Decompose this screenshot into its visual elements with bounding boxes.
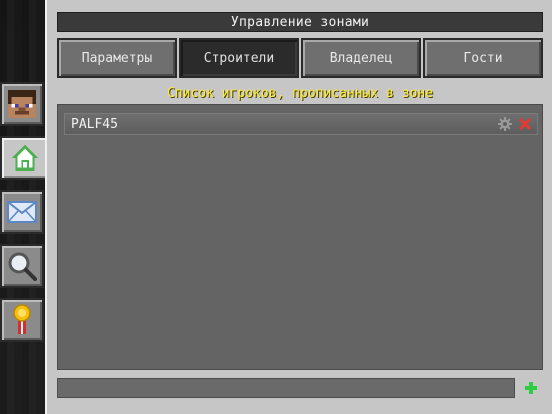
add-player-button[interactable] — [521, 378, 541, 398]
plus-icon — [525, 382, 537, 394]
list-item[interactable]: PALF45 — [64, 113, 538, 135]
window-title: Управление зонами — [57, 12, 543, 32]
list-caption: Список игроков, прописанных в зоне — [166, 86, 434, 101]
sidebar-tab-achievements[interactable] — [0, 298, 44, 342]
player-name-input[interactable] — [57, 378, 515, 398]
players-list[interactable]: PALF45 — [57, 104, 543, 370]
sidebar-tab-player[interactable] — [0, 82, 44, 126]
tab-bar: Параметры Строители Владелец Гости — [57, 38, 543, 78]
zone-management-panel: Управление зонами Параметры Строители Вл… — [45, 0, 552, 414]
player-name: PALF45 — [71, 116, 118, 132]
gear-icon[interactable] — [497, 116, 513, 132]
sidebar-tab-mail[interactable] — [0, 190, 44, 234]
sidebar-tab-search[interactable] — [0, 244, 44, 288]
close-icon[interactable] — [517, 116, 533, 132]
magnifier-icon — [8, 252, 37, 281]
tab-parameters[interactable]: Параметры — [57, 38, 177, 78]
sidebar-tab-home[interactable] — [0, 136, 47, 180]
medal-icon — [13, 304, 31, 334]
player-head-icon — [8, 90, 36, 118]
mail-icon — [7, 201, 37, 223]
tab-owner[interactable]: Владелец — [301, 38, 421, 78]
tab-builders[interactable]: Строители — [179, 38, 299, 78]
home-icon — [11, 144, 38, 172]
tab-guests[interactable]: Гости — [423, 38, 543, 78]
